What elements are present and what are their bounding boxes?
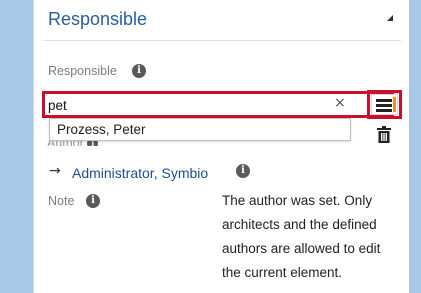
responsible-panel: Responsible Responsible i × Author i Pro…: [33, 0, 409, 293]
trash-icon[interactable]: [377, 126, 391, 143]
collapse-icon[interactable]: [387, 15, 393, 21]
responsible-search-input[interactable]: [48, 96, 358, 114]
suggestion-item[interactable]: Prozess, Peter: [57, 122, 146, 137]
note-label: Note: [48, 194, 75, 208]
title-divider: [43, 40, 401, 41]
arrow-right-icon: →: [49, 163, 61, 179]
panel-title: Responsible: [48, 9, 148, 29]
suggestion-dropdown: Prozess, Peter: [49, 118, 351, 141]
responsible-label: Responsible: [48, 64, 117, 78]
author-value[interactable]: Administrator, Symbio: [72, 165, 208, 181]
list-icon-accent: [393, 97, 396, 112]
clear-icon[interactable]: ×: [334, 95, 346, 111]
note-text: The author was set. Only architects and …: [222, 193, 381, 280]
info-icon[interactable]: i: [132, 64, 146, 78]
info-icon[interactable]: i: [86, 194, 100, 208]
list-icon: [376, 99, 392, 102]
list-icon-bar: [376, 104, 392, 107]
info-icon[interactable]: i: [236, 164, 250, 178]
list-button[interactable]: [371, 94, 398, 115]
list-icon-bar: [376, 109, 392, 112]
